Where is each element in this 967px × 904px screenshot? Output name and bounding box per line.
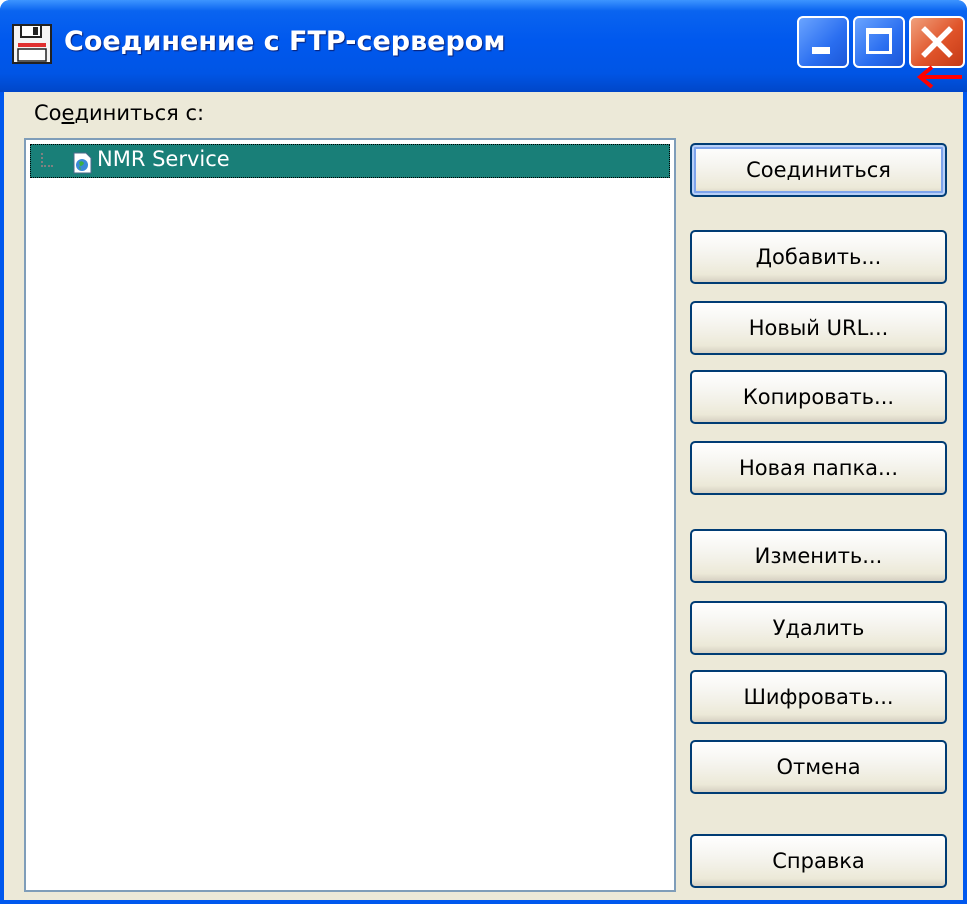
delete-button[interactable]: Удалить (690, 601, 947, 655)
dialog-body: Соединиться с: NMR Service Соединиться Д… (4, 92, 963, 900)
close-icon (921, 26, 953, 58)
floppy-disk-icon (12, 24, 52, 64)
help-button[interactable]: Справка (690, 834, 947, 888)
tree-item-label: NMR Service (97, 147, 230, 171)
ftp-site-icon (73, 152, 92, 174)
maximize-icon (866, 28, 892, 54)
close-button[interactable] (909, 16, 965, 68)
minimize-button[interactable] (797, 16, 849, 68)
new-folder-button[interactable]: Новая папка... (690, 441, 947, 495)
connect-to-label-start: Со (34, 101, 62, 125)
connect-to-label-accel: е (61, 101, 75, 125)
connect-to-label: Соединиться с: (34, 101, 204, 125)
connect-button[interactable]: Соединиться (690, 143, 947, 197)
cancel-button[interactable]: Отмена (690, 740, 947, 794)
copy-button[interactable]: Копировать... (690, 370, 947, 424)
red-arrow-icon (916, 65, 962, 89)
ftp-connect-window: Соединение с FTP-сервером Соединиться с: (0, 0, 967, 904)
encrypt-button[interactable]: Шифровать... (690, 670, 947, 724)
minimize-icon (812, 47, 830, 54)
site-tree[interactable]: NMR Service (24, 138, 676, 892)
new-url-button[interactable]: Новый URL... (690, 301, 947, 355)
tree-item-nmr-service[interactable]: NMR Service (30, 144, 670, 178)
connect-to-label-end: диниться с: (74, 101, 205, 125)
title-bar[interactable]: Соединение с FTP-сервером (0, 0, 967, 92)
tree-connector-line (41, 153, 53, 167)
edit-button[interactable]: Изменить... (690, 529, 947, 583)
window-title: Соединение с FTP-сервером (64, 26, 506, 57)
maximize-button[interactable] (853, 16, 905, 68)
add-button[interactable]: Добавить... (690, 230, 947, 284)
